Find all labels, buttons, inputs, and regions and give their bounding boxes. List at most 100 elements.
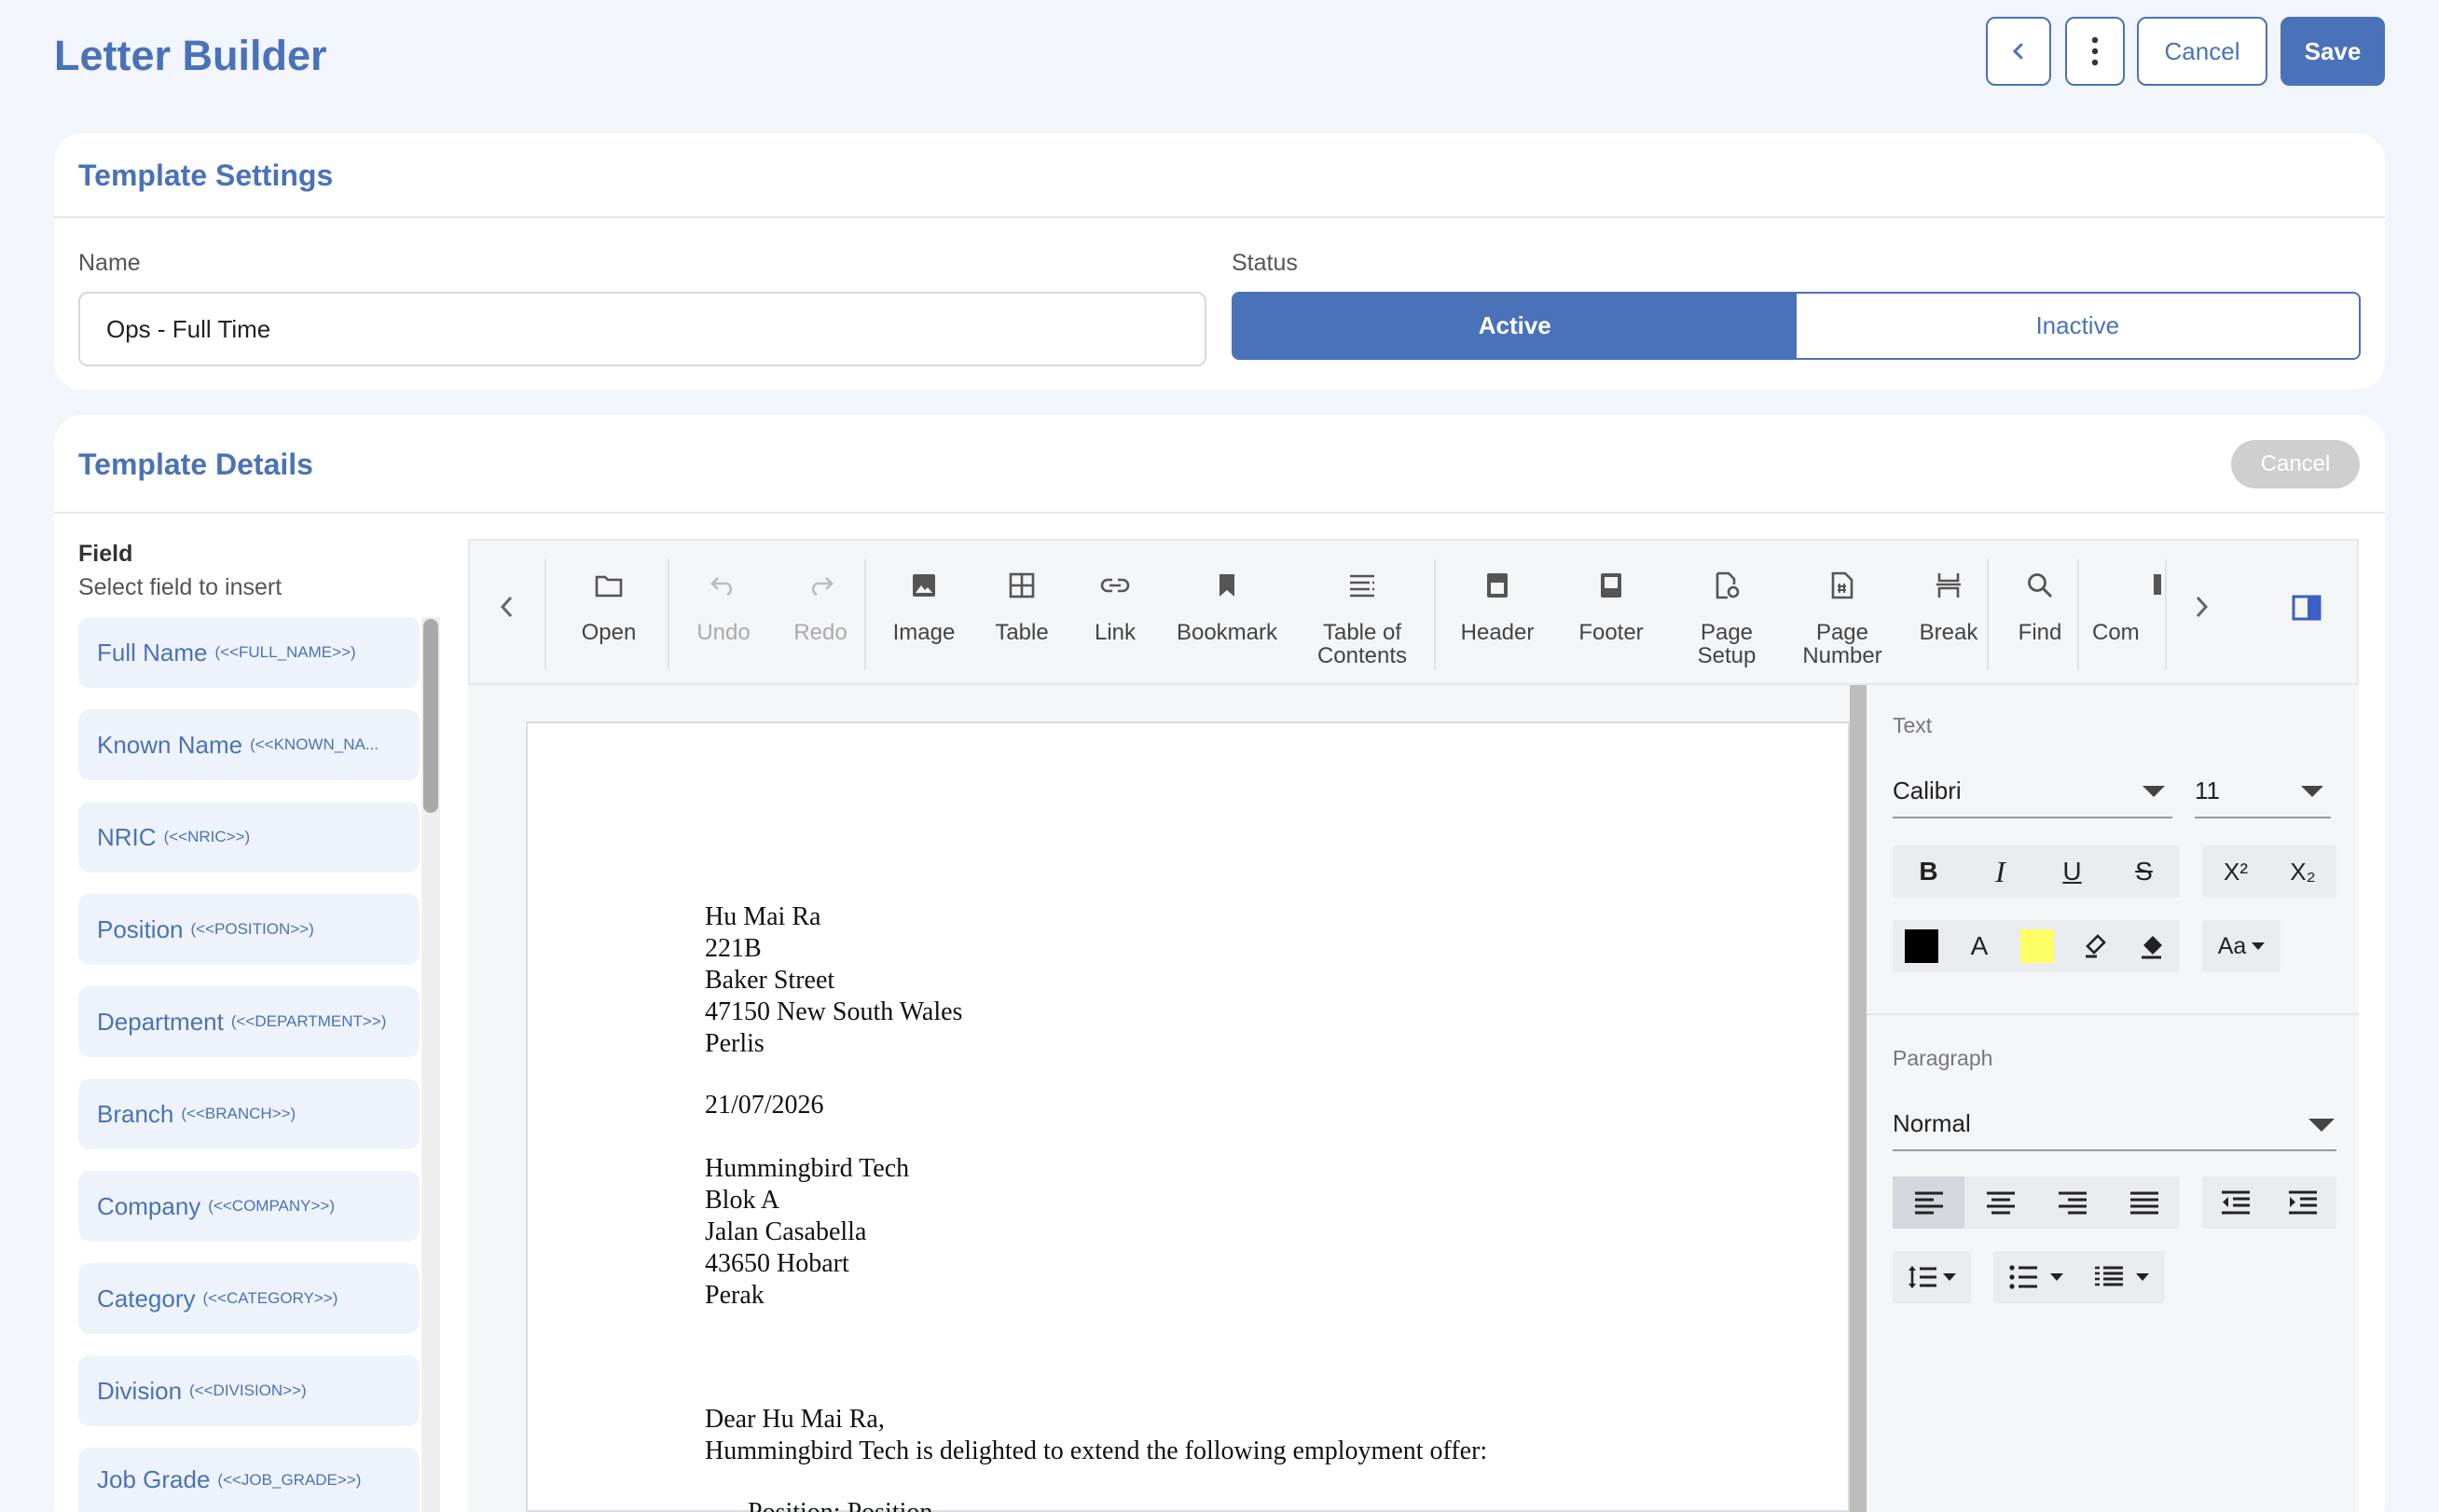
bold-button[interactable]: B bbox=[1893, 845, 1964, 898]
increase-indent-button[interactable] bbox=[2269, 1176, 2336, 1229]
comments-button[interactable]: Com bbox=[2092, 541, 2165, 687]
clear-formatting-button[interactable] bbox=[2124, 920, 2180, 972]
field-name: Category bbox=[97, 1284, 196, 1313]
highlight-button[interactable] bbox=[2066, 920, 2124, 972]
status-active-option[interactable]: Active bbox=[1233, 294, 1797, 358]
divider bbox=[1987, 559, 1989, 669]
undo-button[interactable]: Undo bbox=[677, 541, 770, 687]
field-item-full-name[interactable]: Full Name (<<FULL_NAME>>) bbox=[78, 617, 420, 688]
line-spacing-dropdown[interactable] bbox=[1893, 1251, 1971, 1303]
field-item-category[interactable]: Category (<<CATEGORY>>) bbox=[78, 1263, 420, 1334]
open-label: Open bbox=[581, 620, 637, 645]
status-toggle: Active Inactive bbox=[1232, 292, 2361, 360]
open-button[interactable]: Open bbox=[558, 541, 660, 687]
back-button[interactable] bbox=[1986, 17, 2051, 86]
superscript-button[interactable]: X² bbox=[2202, 845, 2269, 898]
ribbon-scroll-right[interactable] bbox=[2169, 541, 2234, 687]
page-setup-label-line2: Setup bbox=[1697, 643, 1757, 668]
field-name: Position bbox=[97, 914, 184, 943]
recipient-line: Baker Street bbox=[705, 966, 835, 995]
dropdown-arrow-icon bbox=[1943, 1273, 1956, 1281]
chevron-right-icon bbox=[2196, 596, 2209, 618]
text-style-group: B I U S bbox=[1893, 845, 2180, 898]
toggle-properties-panel-button[interactable] bbox=[2260, 541, 2353, 687]
table-of-contents-button[interactable]: Table of Contents bbox=[1292, 541, 1432, 687]
decrease-indent-button[interactable] bbox=[2202, 1176, 2269, 1229]
change-case-label: Aa bbox=[2217, 932, 2247, 959]
field-item-department[interactable]: Department (<<DEPARTMENT>>) bbox=[78, 986, 420, 1057]
field-item-company[interactable]: Company (<<COMPANY>>) bbox=[78, 1171, 420, 1242]
recipient-line: 221B bbox=[705, 934, 762, 963]
field-item-branch[interactable]: Branch (<<BRANCH>>) bbox=[78, 1079, 420, 1149]
page-setup-button[interactable]: Page Setup bbox=[1673, 541, 1781, 687]
table-button[interactable]: Table bbox=[975, 541, 1068, 687]
table-icon bbox=[1009, 572, 1035, 598]
font-color-swatch[interactable] bbox=[1893, 920, 1950, 972]
field-item-known-name[interactable]: Known Name (<<KNOWN_NA... bbox=[78, 709, 420, 780]
color-group: A bbox=[1893, 920, 2180, 972]
font-size-dropdown[interactable]: 11 bbox=[2195, 777, 2331, 818]
comment-icon bbox=[2154, 574, 2161, 595]
strikethrough-button[interactable]: S bbox=[2108, 845, 2180, 898]
status-inactive-option[interactable]: Inactive bbox=[1797, 294, 2360, 358]
italic-button[interactable]: I bbox=[1964, 845, 2036, 898]
paragraph-style-dropdown[interactable]: Normal bbox=[1893, 1109, 2336, 1151]
ribbon-scroll-left[interactable] bbox=[470, 541, 544, 687]
page-number-icon bbox=[1831, 571, 1853, 599]
status-label: Status bbox=[1232, 250, 1298, 276]
field-item-nric[interactable]: NRIC (<<NRIC>>) bbox=[78, 802, 420, 873]
align-left-button[interactable] bbox=[1893, 1176, 1964, 1229]
properties-panel: Text Calibri 11 B I U S X² X₂ A Aa Parag… bbox=[1867, 685, 2359, 1512]
name-input[interactable]: Ops - Full Time bbox=[78, 292, 1206, 366]
text-section-label: Text bbox=[1893, 713, 1933, 737]
save-button[interactable]: Save bbox=[2281, 17, 2385, 86]
footer-button[interactable]: Footer bbox=[1557, 541, 1665, 687]
image-button[interactable]: Image bbox=[873, 541, 975, 687]
change-case-dropdown[interactable]: Aa bbox=[2202, 920, 2281, 972]
paragraph-section-label: Paragraph bbox=[1893, 1046, 1993, 1070]
page-number-button[interactable]: Page Number bbox=[1784, 541, 1900, 687]
color-swatch bbox=[1905, 929, 1938, 963]
page-setup-label-line1: Page bbox=[1700, 620, 1754, 645]
subscript-button[interactable]: X₂ bbox=[2269, 845, 2336, 898]
align-center-button[interactable] bbox=[1964, 1176, 2036, 1229]
highlight-color-swatch[interactable] bbox=[2008, 920, 2066, 972]
dropdown-arrow-icon bbox=[2308, 1119, 2335, 1132]
align-right-button[interactable] bbox=[2036, 1176, 2108, 1229]
change-case-button[interactable]: Aa bbox=[2202, 920, 2281, 972]
break-button[interactable]: Break bbox=[1902, 541, 1995, 687]
cancel-button[interactable]: Cancel bbox=[2137, 17, 2267, 86]
field-list-scroll-thumb[interactable] bbox=[423, 619, 438, 813]
field-token: (<<CATEGORY>>) bbox=[202, 1289, 338, 1307]
toc-label-line2: Contents bbox=[1316, 643, 1408, 668]
details-cancel-button[interactable]: Cancel bbox=[2231, 440, 2360, 488]
line-spacing-button[interactable] bbox=[1893, 1251, 1971, 1303]
justify-button[interactable] bbox=[2108, 1176, 2180, 1229]
editor-scrollbar[interactable] bbox=[1850, 685, 1867, 1512]
font-color-button[interactable]: A bbox=[1950, 920, 2008, 972]
find-label: Find bbox=[2018, 620, 2062, 645]
more-options-button[interactable] bbox=[2065, 17, 2125, 86]
field-name: Full Name bbox=[97, 638, 208, 667]
align-justify-icon bbox=[2129, 1191, 2158, 1215]
field-item-division[interactable]: Division (<<DIVISION>>) bbox=[78, 1355, 420, 1426]
field-item-position[interactable]: Position (<<POSITION>>) bbox=[78, 894, 420, 965]
divider bbox=[2077, 559, 2079, 669]
underline-button[interactable]: U bbox=[2036, 845, 2108, 898]
font-family-dropdown[interactable]: Calibri bbox=[1893, 777, 2172, 818]
bookmark-button[interactable]: Bookmark bbox=[1162, 541, 1292, 687]
redo-button[interactable]: Redo bbox=[774, 541, 867, 687]
image-icon bbox=[913, 574, 935, 597]
name-input-value: Ops - Full Time bbox=[106, 314, 271, 343]
undo-label: Undo bbox=[696, 620, 751, 645]
link-button[interactable]: Link bbox=[1068, 541, 1162, 687]
bullet-list-button[interactable] bbox=[1993, 1251, 2079, 1303]
field-token: (<<NRIC>>) bbox=[163, 828, 251, 845]
field-item-job-grade[interactable]: Job Grade (<<JOB_GRADE>>) bbox=[78, 1448, 420, 1512]
font-size-value: 11 bbox=[2195, 777, 2220, 804]
header-button[interactable]: Header bbox=[1441, 541, 1553, 687]
numbered-list-button[interactable] bbox=[2079, 1251, 2165, 1303]
find-button[interactable]: Find bbox=[1995, 541, 2085, 687]
field-title: Field bbox=[78, 541, 133, 567]
name-label: Name bbox=[78, 250, 141, 276]
